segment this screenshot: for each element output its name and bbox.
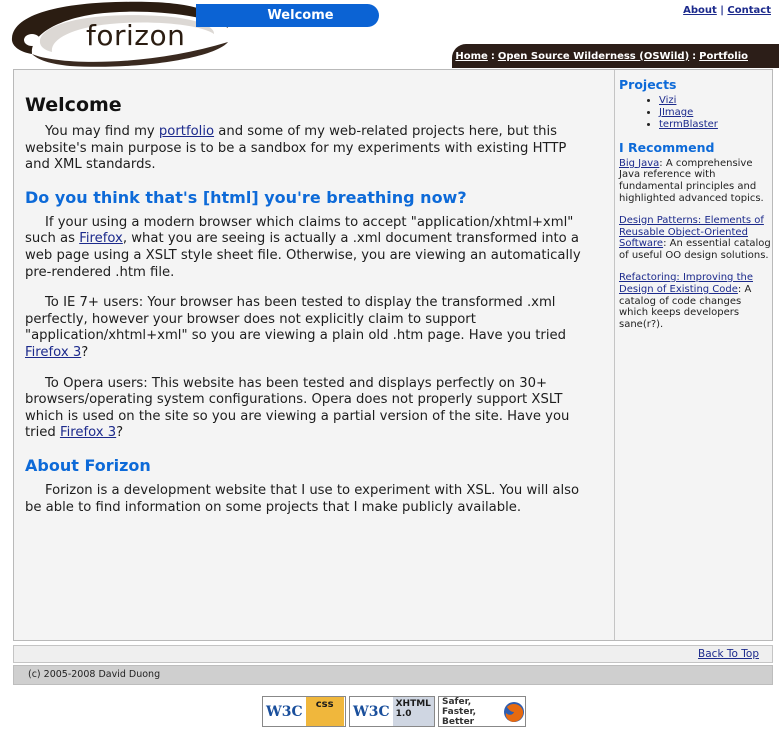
css-label: css: [305, 697, 344, 726]
sidebar: Projects Vizi JImage termBlaster I Recom…: [616, 70, 772, 640]
about-link[interactable]: About: [683, 5, 717, 16]
w3c-logo-icon: W3C: [350, 697, 393, 726]
main-content: Welcome You may find my portfolio and so…: [14, 70, 615, 640]
contact-link[interactable]: Contact: [727, 5, 771, 16]
paragraph-text: ?: [81, 344, 89, 360]
logo-text: forizon: [86, 19, 186, 52]
xhtml-label: XHTML 1.0: [392, 697, 434, 726]
breadcrumb-portfolio-link[interactable]: Portfolio: [699, 51, 748, 62]
projects-heading: Projects: [619, 77, 677, 92]
footer-nav: Back To Top: [13, 645, 773, 663]
css-text: css: [315, 699, 334, 710]
page-heading: Welcome: [25, 94, 122, 116]
top-links-separator: |: [720, 5, 724, 16]
get-firefox-badge[interactable]: Safer, Faster, Better: [438, 696, 526, 727]
firefox3-link[interactable]: Firefox 3: [60, 425, 116, 440]
firefox-link[interactable]: Firefox: [79, 231, 123, 246]
paragraph-text: To IE 7+ users: Your browser has been te…: [25, 295, 566, 344]
firefox-slogan-line: Safer, Faster,: [442, 696, 476, 717]
firefox3-link[interactable]: Firefox 3: [25, 345, 81, 360]
recommend-heading: I Recommend: [619, 139, 715, 155]
paragraph-about: Forizon is a development website that I …: [25, 482, 580, 515]
list-item: JImage: [659, 107, 772, 119]
site-header: forizon Welcome About | Contact Home : O…: [0, 0, 779, 68]
recommendation-link[interactable]: Refactoring: Improving the Design of Exi…: [619, 272, 753, 295]
paragraph-ie-users: To IE 7+ users: Your browser has been te…: [25, 295, 595, 361]
main-frame: Welcome You may find my portfolio and so…: [13, 69, 773, 641]
section-heading-html: Do you think that's [html] you're breath…: [25, 187, 467, 207]
recommendation-item: Big Java: A comprehensive Java reference…: [619, 158, 772, 205]
paragraph-text: ?: [116, 425, 124, 441]
badges: W3C css W3C XHTML 1.0 Safer, Faster, Bet…: [262, 696, 526, 727]
back-to-top-link[interactable]: Back To Top: [698, 648, 759, 660]
breadcrumb: Home : Open Source Wilderness (OSWild) :…: [452, 44, 779, 68]
xhtml-text: XHTML: [395, 699, 431, 709]
copyright-bar: (c) 2005-2008 David Duong: [13, 665, 773, 685]
list-item: Vizi: [659, 95, 772, 107]
paragraph-opera-users: To Opera users: This website has been te…: [25, 376, 595, 442]
recommendation-item: Refactoring: Improving the Design of Exi…: [619, 272, 772, 331]
intro-text: You may find my: [45, 124, 159, 139]
w3c-css-badge[interactable]: W3C css: [262, 696, 346, 727]
recommendation-link[interactable]: Big Java: [619, 158, 659, 169]
w3c-xhtml-badge[interactable]: W3C XHTML 1.0: [349, 696, 435, 727]
top-links: About | Contact: [683, 5, 771, 16]
projects-list: Vizi JImage termBlaster: [619, 95, 772, 131]
project-link-vizi[interactable]: Vizi: [659, 95, 676, 106]
xhtml-version-text: 1.0: [395, 709, 412, 719]
breadcrumb-oswild-link[interactable]: Open Source Wilderness (OSWild): [498, 51, 689, 62]
breadcrumb-home-link[interactable]: Home: [455, 51, 487, 62]
portfolio-link[interactable]: portfolio: [159, 124, 214, 139]
recommendation-item: Design Patterns: Elements of Reusable Ob…: [619, 215, 772, 262]
breadcrumb-separator: :: [490, 50, 495, 62]
project-link-termblaster[interactable]: termBlaster: [659, 119, 718, 130]
firefox-slogan: Safer, Faster, Better: [439, 696, 503, 727]
w3c-logo-icon: W3C: [263, 697, 306, 726]
paragraph-modern-browsers: If your using a modern browser which cla…: [25, 215, 595, 281]
section-heading-about: About Forizon: [25, 455, 151, 475]
intro-paragraph: You may find my portfolio and some of my…: [25, 124, 595, 174]
project-link-jimage[interactable]: JImage: [659, 107, 693, 118]
firefox-logo-icon: [504, 701, 524, 722]
firefox-slogan-line: Better: [442, 716, 475, 727]
breadcrumb-separator: :: [692, 50, 697, 62]
list-item: termBlaster: [659, 119, 772, 131]
page-title-tab: Welcome: [196, 4, 379, 27]
